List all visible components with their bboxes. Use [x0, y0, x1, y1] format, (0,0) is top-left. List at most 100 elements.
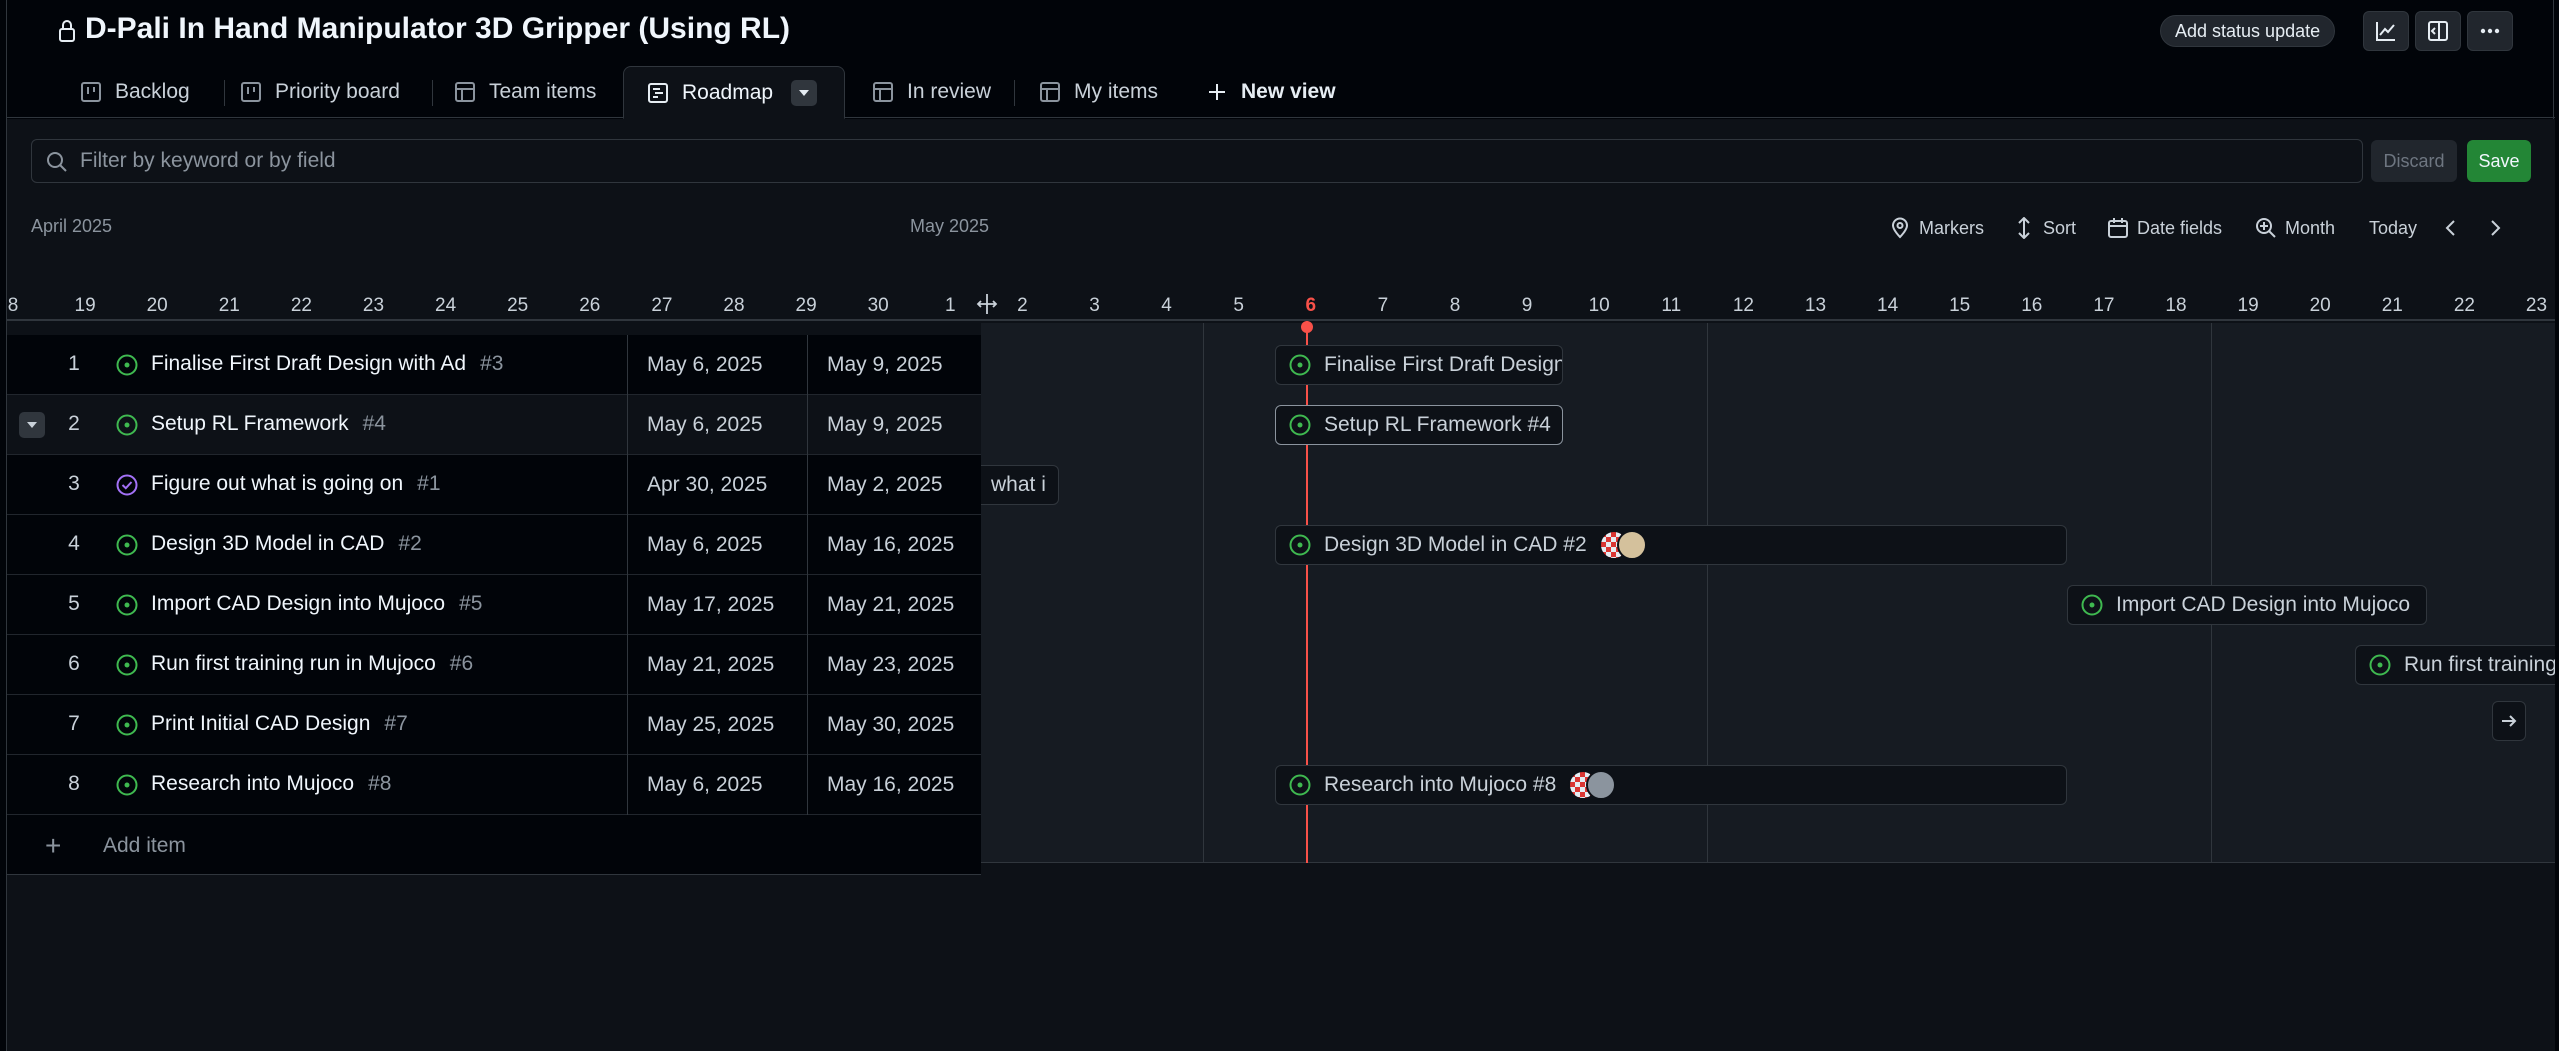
plus-icon: + — [45, 830, 62, 861]
search-icon — [46, 151, 68, 173]
today-label: Today — [2369, 217, 2418, 238]
day-label: 8 — [1449, 295, 1461, 316]
day-label: 29 — [795, 295, 817, 316]
sort-label: Sort — [2043, 217, 2077, 238]
item-title[interactable]: Setup RL Framework #4 — [151, 412, 386, 436]
day-label: 25 — [507, 295, 529, 316]
start-date: May 25, 2025 — [647, 713, 775, 736]
more-options-button[interactable] — [2467, 11, 2513, 51]
sidebar-icon — [2426, 19, 2450, 43]
table-row[interactable]: 2 Setup RL Framework #4 May 6, 2025 May 9… — [7, 395, 2555, 455]
side-panel-button[interactable] — [2415, 11, 2461, 51]
zoom-button[interactable]: Month — [2255, 213, 2335, 243]
view-options-dropdown[interactable] — [791, 79, 818, 106]
month-label-april: April 2025 — [31, 216, 113, 236]
item-title[interactable]: Figure out what is going on #1 — [151, 472, 441, 496]
item-title[interactable]: Design 3D Model in CAD #2 — [151, 532, 422, 556]
start-date: May 6, 2025 — [647, 353, 763, 376]
table-row[interactable]: 5 Import CAD Design into Mujoco #5 May 17… — [7, 575, 2555, 635]
bar-label: Design 3D Model in CAD #2 — [1324, 533, 1587, 556]
row-number: 7 — [68, 712, 80, 735]
item-title[interactable]: Print Initial CAD Design #7 — [151, 712, 408, 736]
add-status-update-button[interactable]: Add status update — [2160, 15, 2336, 47]
filter-input[interactable] — [80, 140, 2350, 182]
gantt-bar[interactable]: Design 3D Model in CAD #2 — [1275, 525, 2067, 565]
gantt-bar[interactable]: what i — [981, 465, 1059, 505]
scroll-to-item-button[interactable] — [2492, 701, 2526, 741]
sort-button[interactable]: Sort — [2013, 213, 2076, 243]
item-title-text: Setup RL Framework — [151, 412, 349, 435]
day-label: 10 — [1588, 295, 1610, 316]
issue-open-icon — [2368, 653, 2392, 677]
issue-open-icon — [115, 533, 139, 557]
gantt-bar[interactable]: Setup RL Framework #4 — [1275, 405, 1563, 445]
kebab-icon — [2478, 19, 2502, 43]
prev-period-button[interactable] — [2441, 213, 2461, 243]
issue-closed-icon — [115, 473, 139, 497]
table-row[interactable]: 8 Research into Mujoco #8 May 6, 2025 May… — [7, 755, 2555, 815]
start-date: May 6, 2025 — [647, 773, 763, 796]
date-fields-label: Date fields — [2137, 217, 2223, 238]
table-row[interactable]: 4 Design 3D Model in CAD #2 May 6, 2025 M… — [7, 515, 2555, 575]
app-window: D-Pali In Hand Manipulator 3D Gripper (U… — [0, 0, 2559, 1051]
item-ref: #1 — [417, 472, 441, 495]
item-ref: #2 — [398, 532, 422, 555]
next-period-button[interactable] — [2485, 213, 2505, 243]
date-fields-button[interactable]: Date fields — [2107, 213, 2222, 243]
day-label: 1 — [945, 295, 956, 316]
tab-team-items[interactable]: Team items — [453, 66, 596, 118]
row-cells: 7 Print Initial CAD Design #7 May 25, 202… — [7, 695, 981, 755]
table-row[interactable]: 6 Run first training run in Mujoco #6 May… — [7, 635, 2555, 695]
item-title[interactable]: Import CAD Design into Mujoco #5 — [151, 592, 482, 616]
end-date: May 16, 2025 — [827, 773, 955, 796]
table-row[interactable]: 1 Finalise First Draft Design with Ad #3 … — [7, 335, 2555, 395]
table-row[interactable]: 3 Figure out what is going on #1 Apr 30, … — [7, 455, 2555, 515]
day-label: 3 — [1089, 295, 1100, 316]
row-number: 1 — [68, 352, 80, 375]
table-row[interactable]: 7 Print Initial CAD Design #7 May 25, 202… — [7, 695, 2555, 755]
day-label: 23 — [2525, 295, 2548, 316]
column-resize-handle[interactable] — [975, 293, 999, 315]
calendar-icon — [2107, 217, 2129, 239]
today-button[interactable]: Today — [2369, 213, 2417, 243]
item-title[interactable]: Finalise First Draft Design with Ad #3 — [151, 352, 503, 376]
item-ref: #7 — [384, 712, 408, 735]
day-label: 18 — [2165, 295, 2187, 316]
item-title[interactable]: Run first training run in Mujoco #6 — [151, 652, 473, 676]
avatar[interactable] — [1616, 530, 1647, 560]
gantt-bar[interactable]: Run first training — [2355, 645, 2555, 685]
start-date: May 21, 2025 — [647, 653, 775, 676]
tab-roadmap[interactable]: Roadmap — [623, 66, 845, 119]
cell-divider — [627, 575, 628, 635]
gantt-bar[interactable]: Import CAD Design into Mujoco — [2067, 585, 2427, 625]
row-options-dropdown[interactable] — [19, 412, 45, 438]
tab-in-review[interactable]: In review — [871, 66, 991, 118]
add-item-row[interactable]: + Add item — [7, 815, 981, 875]
markers-button[interactable]: Markers — [1889, 213, 1984, 243]
row-cells: 8 Research into Mujoco #8 May 6, 2025 May… — [7, 755, 981, 815]
tab-my-items[interactable]: My items — [1038, 66, 1158, 118]
insights-button[interactable] — [2363, 11, 2409, 51]
tab-priority-board[interactable]: Priority board — [239, 66, 400, 118]
discard-button[interactable]: Discard — [2371, 140, 2457, 182]
day-label: 19 — [2237, 295, 2259, 316]
bar-label: Import CAD Design into Mujoco — [2116, 593, 2411, 616]
gantt-bar[interactable]: Research into Mujoco #8 — [1275, 765, 2067, 805]
new-view-button[interactable]: New view — [1205, 66, 1336, 118]
triangle-down-icon — [26, 421, 38, 429]
avatar[interactable] — [1586, 770, 1617, 800]
add-item-label: Add item — [103, 834, 186, 857]
item-title[interactable]: Research into Mujoco #8 — [151, 772, 391, 796]
item-title-text: Print Initial CAD Design — [151, 712, 371, 735]
zoom-in-icon — [2255, 217, 2277, 239]
save-button[interactable]: Save — [2467, 140, 2531, 182]
cell-divider — [807, 395, 808, 455]
gantt-bar[interactable]: Finalise First Draft Design — [1275, 345, 1563, 385]
day-label: 20 — [146, 295, 168, 316]
issue-open-icon — [115, 353, 139, 377]
board-icon — [239, 80, 263, 104]
item-title-text: Run first training run in Mujoco — [151, 652, 436, 675]
item-title-text: Import CAD Design into Mujoco — [151, 592, 446, 615]
cell-divider — [807, 695, 808, 755]
tab-backlog[interactable]: Backlog — [79, 66, 190, 118]
